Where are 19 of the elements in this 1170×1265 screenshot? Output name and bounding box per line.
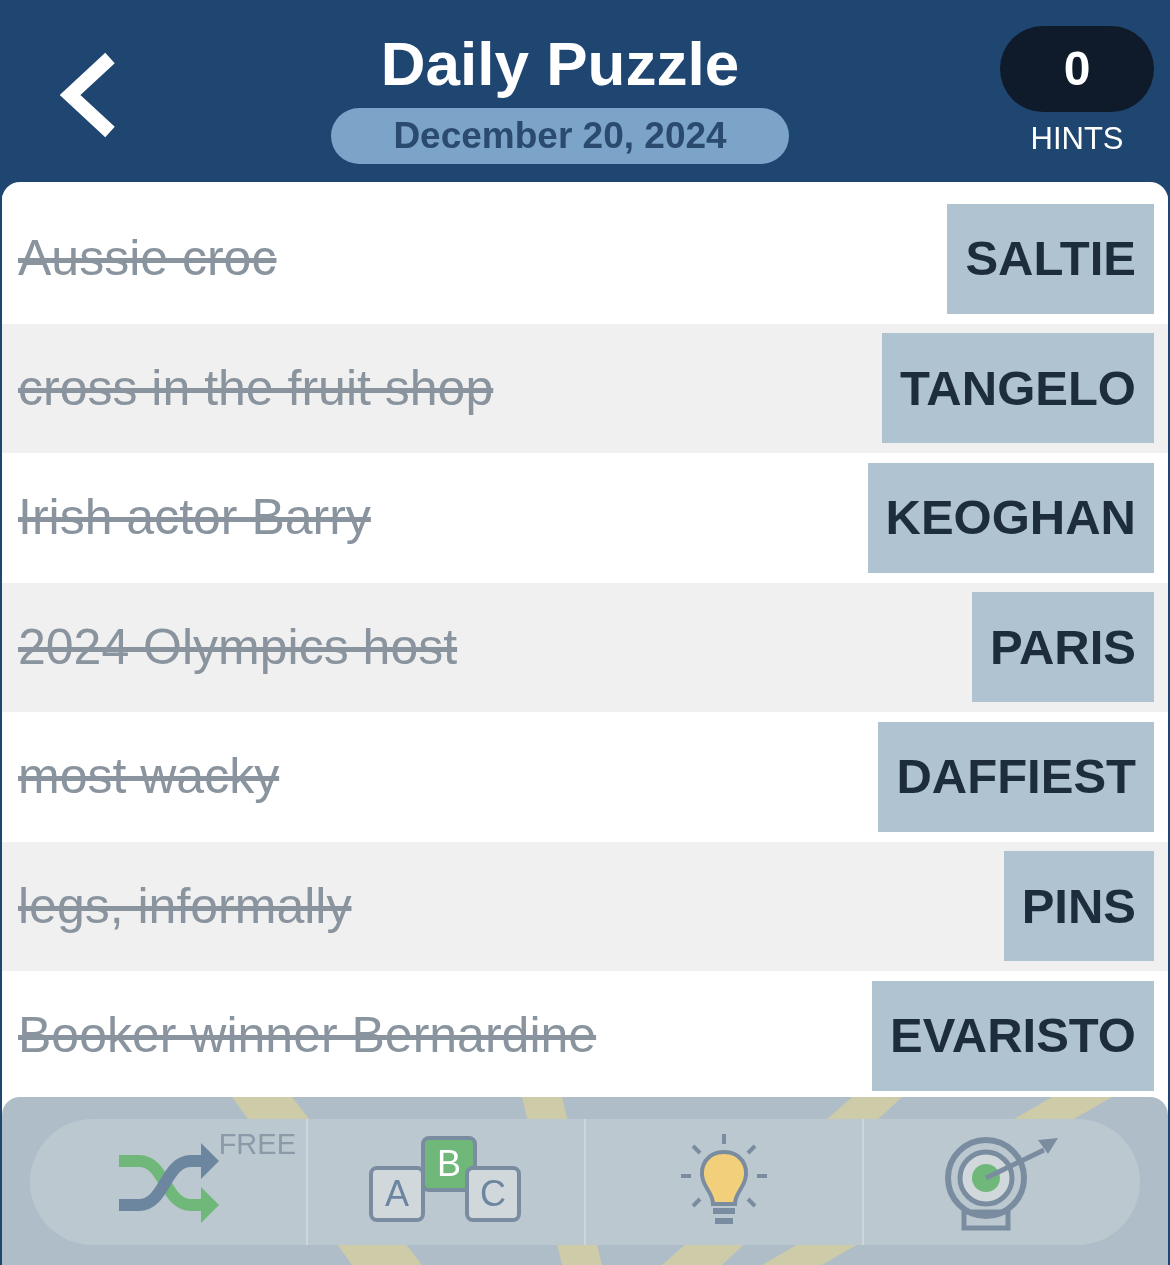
date-label: December 20, 2024 [331,108,789,164]
answer-tile: KEOGHAN [867,462,1154,573]
answer-tile: PARIS [971,592,1154,703]
letters-button[interactable]: A B C [306,1119,584,1245]
clue-text: legs, informally [18,876,352,936]
clue-text: Aussie croc [18,229,277,289]
hints-label: HINTS [1030,120,1124,158]
clue-text: most wacky [18,747,280,807]
answer-tile: PINS [1003,851,1154,962]
answer-tile: TANGELO [882,333,1154,444]
clue-text: Booker winner Bernardine [18,1006,597,1066]
answer-tile: EVARISTO [872,980,1154,1091]
hint-count: 0 [1000,26,1154,112]
answer-tile: DAFFIEST [878,721,1154,832]
clue-text: Irish actor Barry [18,488,371,548]
clue-text: 2024 Olympics host [18,617,458,677]
answer-tile: SALTIE [947,203,1154,314]
page-title: Daily Puzzle [380,28,740,100]
clue-text: cross in the fruit shop [18,358,494,418]
